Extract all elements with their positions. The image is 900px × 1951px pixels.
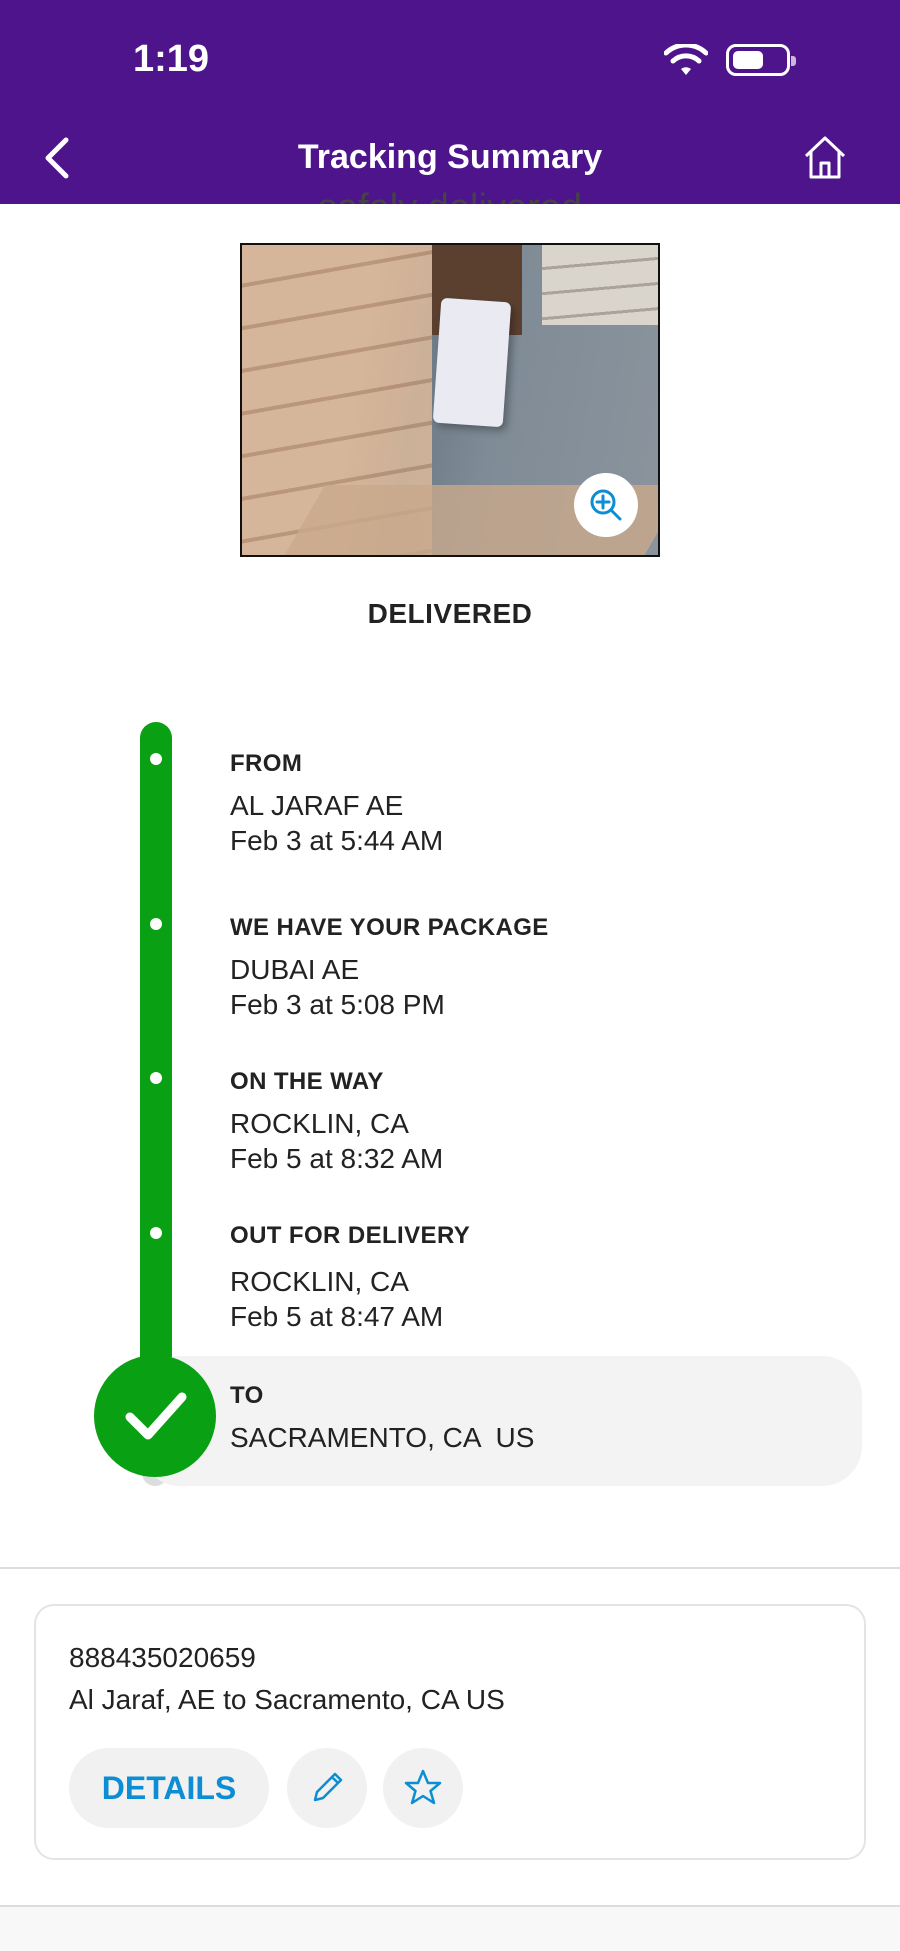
delivery-message: safely delivered: [0, 178, 900, 204]
timeline-title: OUT FOR DELIVERY: [230, 1222, 471, 1249]
timeline-title: FROM: [230, 750, 303, 777]
timeline-time: Feb 3 at 5:08 PM: [230, 989, 445, 1020]
page-title: Tracking Summary: [297, 138, 603, 176]
status-time: 1:19: [133, 38, 210, 80]
app-header: 1:19 Tracking Summary: [0, 0, 900, 204]
star-icon: [404, 1769, 442, 1805]
zoom-button[interactable]: [574, 473, 638, 537]
shipment-route: Al Jaraf, AE to Sacramento, CA US: [69, 1684, 505, 1715]
battery-icon: [726, 44, 796, 76]
zoom-in-icon: [590, 489, 622, 521]
divider: [0, 1567, 900, 1569]
timeline-item-out-for-delivery: OUT FOR DELIVERY ROCKLIN, CA Feb 5 at 8:…: [230, 1222, 470, 1334]
timeline-dot: [150, 753, 162, 765]
home-icon: [804, 136, 846, 179]
timeline-time: Feb 5 at 8:32 AM: [230, 1143, 444, 1174]
timeline-location: ROCKLIN, CA: [230, 1108, 409, 1139]
edit-button[interactable]: [287, 1748, 367, 1828]
shipment-card: 888435020659 Al Jaraf, AE to Sacramento,…: [34, 1604, 866, 1860]
timeline-time: Feb 3 at 5:44 AM: [230, 825, 444, 856]
timeline-item-from: FROM AL JARAF AE Feb 3 at 5:44 AM: [230, 750, 443, 858]
timeline-dot: [150, 1227, 162, 1239]
timeline-item-picked-up: WE HAVE YOUR PACKAGE DUBAI AE Feb 3 at 5…: [230, 914, 549, 1022]
pencil-icon: [313, 1772, 343, 1802]
timeline-time: Feb 5 at 8:47 AM: [230, 1301, 444, 1332]
timeline-title: WE HAVE YOUR PACKAGE: [230, 914, 549, 941]
details-button[interactable]: DETAILS: [69, 1748, 269, 1828]
timeline-location: AL JARAF AE: [230, 790, 404, 821]
bottom-area: [0, 1907, 900, 1951]
package: [432, 297, 512, 428]
favorite-button[interactable]: [383, 1748, 463, 1828]
home-button[interactable]: [800, 132, 850, 182]
wifi-icon: [663, 42, 709, 83]
timeline-location: DUBAI AE: [230, 954, 360, 985]
delivery-status: DELIVERED: [367, 598, 533, 629]
timeline-location: ROCKLIN, CA: [230, 1266, 409, 1297]
timeline-item-to: TO SACRAMENTO, CA US: [230, 1382, 534, 1455]
timeline-dot: [150, 918, 162, 930]
timeline-item-on-the-way: ON THE WAY ROCKLIN, CA Feb 5 at 8:32 AM: [230, 1068, 443, 1176]
progress-rail: [140, 722, 172, 1382]
timeline-title: TO: [230, 1382, 264, 1409]
tracking-number: 888435020659: [69, 1642, 256, 1673]
timeline-title: ON THE WAY: [230, 1068, 384, 1095]
timeline-location: SACRAMENTO, CA US: [230, 1422, 535, 1453]
timeline-dot: [150, 1072, 162, 1084]
delivered-check-icon: [94, 1355, 216, 1477]
